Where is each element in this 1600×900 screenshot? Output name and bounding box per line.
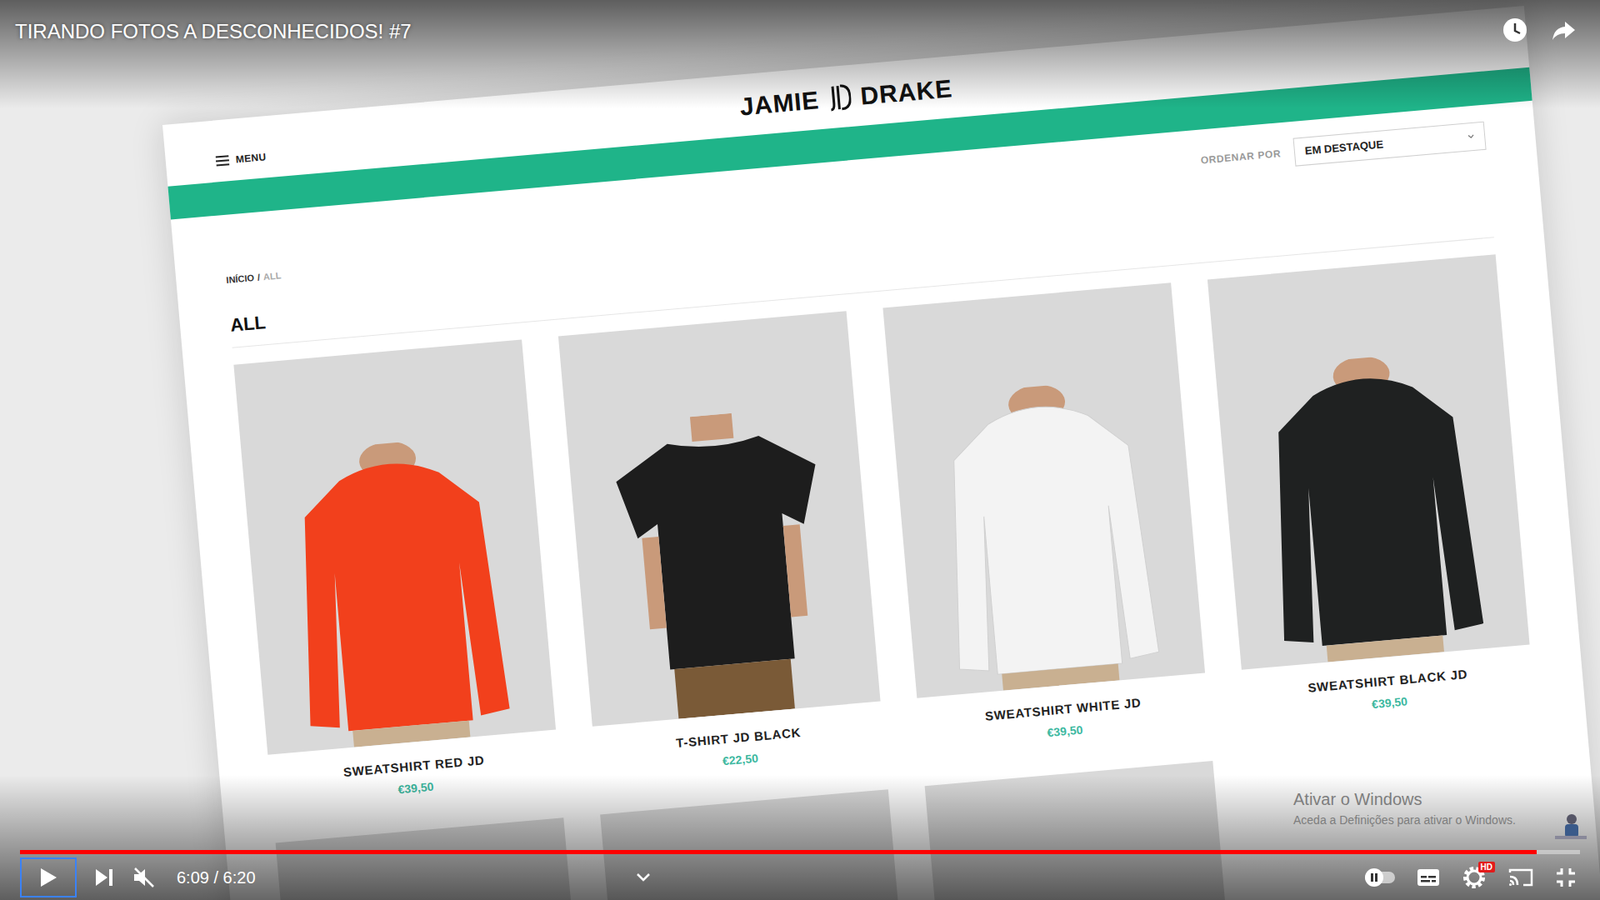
shop-page: MENUJAMIEDRAKEORDENAR POREM DESTAQUEINÍC… xyxy=(162,5,1600,900)
video-title[interactable]: TIRANDO FOTOS A DESCONHECIDOS! #7 xyxy=(15,16,412,47)
menu-button[interactable]: MENU xyxy=(215,149,267,169)
product-card[interactable]: T-SHIRT JD BLACK€22,50 xyxy=(558,310,885,781)
toggle-knob xyxy=(1365,868,1384,887)
product-card[interactable]: SWEATSHIRT RED JD€39,50 xyxy=(233,339,560,810)
product-card[interactable]: SWEATSHIRT BLACK JD€39,50 xyxy=(1207,254,1535,725)
breadcrumb-separator: / xyxy=(256,270,260,285)
play-icon[interactable] xyxy=(20,857,77,898)
product-image[interactable] xyxy=(1207,254,1530,670)
left-controls: 6:09 / 6:20 xyxy=(20,857,256,898)
control-bar: 6:09 / 6:20 HD xyxy=(20,858,1580,897)
pause-icon xyxy=(1370,873,1379,882)
autoplay-toggle[interactable] xyxy=(1365,871,1395,884)
breadcrumb-home[interactable]: INÍCIO xyxy=(225,270,255,287)
top-bar: TIRANDO FOTOS A DESCONHECIDOS! #7 xyxy=(0,0,1600,47)
garment-icon xyxy=(1251,349,1494,667)
windows-watermark: Ativar o WindowsAceda a Definições para … xyxy=(1293,786,1516,830)
product-name[interactable]: SWEATSHIRT BLACK JD xyxy=(1307,665,1470,698)
top-actions xyxy=(1501,16,1585,44)
subtitles-icon[interactable] xyxy=(1416,868,1440,887)
product-price: €39,50 xyxy=(1046,720,1084,742)
sort-select[interactable]: EM DESTAQUE xyxy=(1293,121,1487,167)
garment-icon xyxy=(926,377,1169,695)
top-shade xyxy=(0,0,1600,109)
channel-avatar-icon[interactable] xyxy=(1551,812,1589,843)
watermark-title: Ativar o Windows xyxy=(1293,786,1516,812)
product-name[interactable]: SWEATSHIRT WHITE JD xyxy=(984,693,1142,726)
breadcrumb-current: ALL xyxy=(262,268,282,284)
product-price: €22,50 xyxy=(721,749,759,770)
share-icon[interactable] xyxy=(1550,16,1577,44)
sort-value: EM DESTAQUE xyxy=(1304,136,1385,160)
menu-icon xyxy=(215,154,230,167)
exit-fullscreen-icon[interactable] xyxy=(1555,866,1577,889)
next-icon[interactable] xyxy=(93,866,115,889)
menu-label: MENU xyxy=(235,149,267,167)
progress-track[interactable] xyxy=(20,850,1580,855)
product-price: €39,50 xyxy=(1370,692,1408,714)
right-controls: HD xyxy=(1365,865,1580,890)
chevron-down-icon[interactable] xyxy=(635,871,652,884)
garment-icon xyxy=(277,434,520,752)
settings-button[interactable]: HD xyxy=(1461,865,1487,890)
video-player[interactable]: MENUJAMIEDRAKEORDENAR POREM DESTAQUEINÍC… xyxy=(0,0,1600,900)
clock-icon[interactable] xyxy=(1501,16,1529,44)
product-card[interactable]: SWEATSHIRT WHITE JD€39,50 xyxy=(882,282,1210,753)
chevron-down-icon xyxy=(1467,134,1475,140)
product-image[interactable] xyxy=(233,339,556,755)
cast-icon[interactable] xyxy=(1508,867,1534,888)
watermark-subtitle: Aceda a Definições para ativar o Windows… xyxy=(1293,811,1516,830)
video-frame: MENUJAMIEDRAKEORDENAR POREM DESTAQUEINÍC… xyxy=(0,0,1600,900)
product-name[interactable]: T-SHIRT JD BLACK xyxy=(675,723,802,754)
sort-label: ORDENAR POR xyxy=(1200,145,1282,168)
progress-fill xyxy=(20,850,1537,855)
product-image[interactable] xyxy=(558,310,881,726)
product-image[interactable] xyxy=(882,282,1205,698)
product-grid: SWEATSHIRT RED JD€39,50T-SHIRT JD BLACK€… xyxy=(184,250,1585,814)
hd-badge: HD xyxy=(1478,861,1495,873)
garment-icon xyxy=(602,405,845,724)
mute-icon[interactable] xyxy=(131,865,157,890)
time-display: 6:09 / 6:20 xyxy=(176,865,256,890)
